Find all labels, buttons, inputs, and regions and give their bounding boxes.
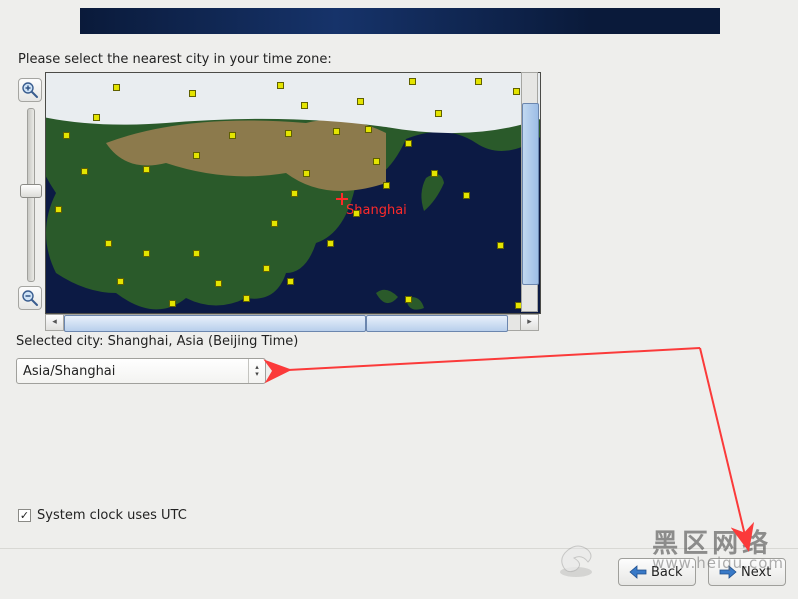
timezone-map[interactable]: Shanghai — [45, 72, 541, 314]
watermark-url: www.heiqu.com — [652, 556, 784, 571]
city-dot[interactable] — [263, 265, 270, 272]
city-dot[interactable] — [405, 140, 412, 147]
dropdown-arrows-icon: ▴▾ — [248, 359, 265, 383]
map-horizontal-scrollbar[interactable]: ◂ ▸ — [45, 314, 539, 331]
header-banner — [80, 8, 720, 34]
zoom-out-icon — [21, 289, 39, 307]
city-dot[interactable] — [105, 240, 112, 247]
utc-checkbox[interactable]: ✓ — [18, 509, 31, 522]
city-dot[interactable] — [513, 88, 520, 95]
watermark: 黑区网络 www.heiqu.com — [652, 530, 784, 571]
city-dot[interactable] — [383, 182, 390, 189]
city-dot[interactable] — [475, 78, 482, 85]
selected-city-label: Selected city: Shanghai, Asia (Beijing T… — [16, 334, 298, 349]
city-dot[interactable] — [143, 250, 150, 257]
prompt-label: Please select the nearest city in your t… — [18, 52, 332, 67]
watermark-icon — [554, 534, 598, 578]
city-dot[interactable] — [243, 295, 250, 302]
utc-checkbox-label: System clock uses UTC — [37, 508, 187, 523]
city-dot[interactable] — [357, 98, 364, 105]
city-dot[interactable] — [327, 240, 334, 247]
city-dot[interactable] — [193, 152, 200, 159]
city-dot[interactable] — [81, 168, 88, 175]
city-dot[interactable] — [431, 170, 438, 177]
scrollbar-thumb[interactable] — [64, 315, 366, 332]
city-dot[interactable] — [143, 166, 150, 173]
zoom-slider-thumb[interactable] — [20, 184, 42, 198]
city-dot[interactable] — [55, 206, 62, 213]
city-dot[interactable] — [287, 278, 294, 285]
city-dot[interactable] — [303, 170, 310, 177]
scroll-left-button[interactable]: ◂ — [46, 315, 64, 330]
scrollbar-thumb[interactable] — [366, 315, 508, 332]
timezone-dropdown[interactable]: Asia/Shanghai ▴▾ — [16, 358, 266, 384]
zoom-in-button[interactable] — [18, 78, 42, 102]
zoom-in-icon — [21, 81, 39, 99]
city-dot[interactable] — [193, 250, 200, 257]
timezone-value: Asia/Shanghai — [17, 364, 248, 379]
city-dot[interactable] — [463, 192, 470, 199]
city-dot[interactable] — [353, 210, 360, 217]
city-dot[interactable] — [117, 278, 124, 285]
city-dot[interactable] — [113, 84, 120, 91]
city-dot[interactable] — [229, 132, 236, 139]
city-dot[interactable] — [365, 126, 372, 133]
city-dot[interactable] — [189, 90, 196, 97]
city-dot[interactable] — [169, 300, 176, 307]
scroll-right-button[interactable]: ▸ — [520, 315, 538, 330]
city-dot[interactable] — [291, 190, 298, 197]
city-dot[interactable] — [271, 220, 278, 227]
zoom-out-button[interactable] — [18, 286, 42, 310]
city-dot[interactable] — [333, 128, 340, 135]
map-vertical-scrollbar[interactable] — [521, 72, 538, 312]
city-dot[interactable] — [301, 102, 308, 109]
scrollbar-thumb[interactable] — [522, 103, 539, 285]
city-dot[interactable] — [215, 280, 222, 287]
city-dot[interactable] — [277, 82, 284, 89]
city-dot[interactable] — [435, 110, 442, 117]
city-dot[interactable] — [285, 130, 292, 137]
city-dot[interactable] — [405, 296, 412, 303]
arrow-left-icon — [629, 565, 647, 579]
city-dot[interactable] — [93, 114, 100, 121]
city-dot[interactable] — [497, 242, 504, 249]
city-dot[interactable] — [373, 158, 380, 165]
watermark-text: 黑区网络 — [652, 530, 784, 556]
city-dot[interactable] — [409, 78, 416, 85]
city-dot[interactable] — [63, 132, 70, 139]
